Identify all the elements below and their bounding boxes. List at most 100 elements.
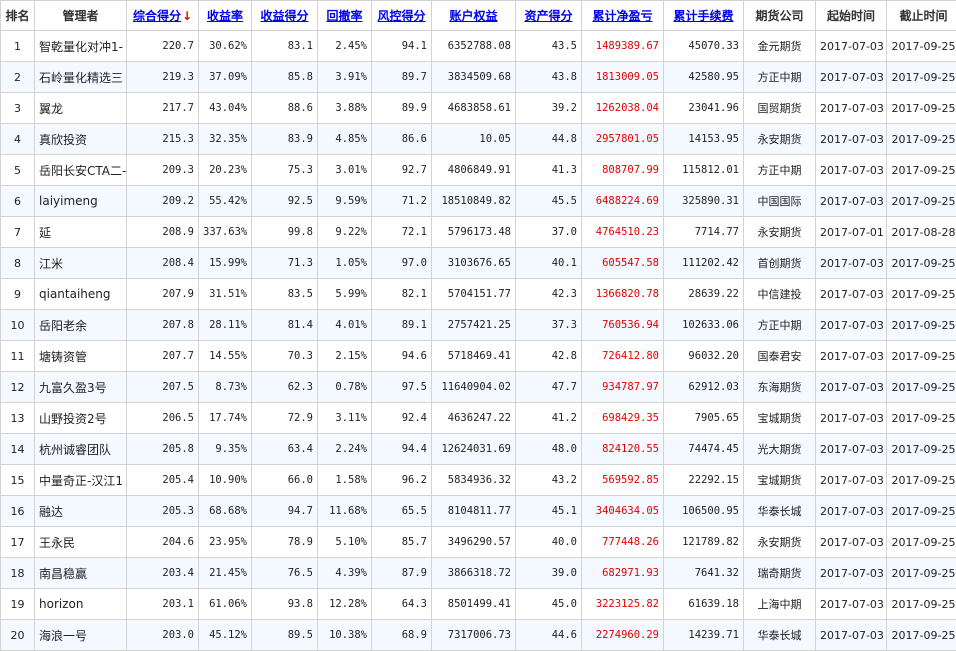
cell-start-time: 2017-07-03 (816, 403, 887, 434)
cell-manager: 九富久盈3号 (35, 372, 127, 403)
cell-start-time: 2017-07-03 (816, 341, 887, 372)
cell-manager: 海浪一号 (35, 620, 127, 651)
table-row: 11塘铸资管207.714.55%70.32.15%94.65718469.41… (1, 341, 956, 372)
cell-return-score: 99.8 (252, 217, 318, 248)
cell-rank: 16 (1, 496, 35, 527)
cell-composite-score: 207.7 (127, 341, 199, 372)
cell-end-time: 2017-09-25 (887, 589, 956, 620)
cell-asset-score: 45.1 (516, 496, 582, 527)
header-return-rate[interactable]: 收益率 (199, 1, 252, 31)
header-cumulative-net-pnl[interactable]: 累计净盈亏 (582, 1, 664, 31)
cell-return-rate: 17.74% (199, 403, 252, 434)
header-drawdown-rate[interactable]: 回撤率 (318, 1, 372, 31)
table-row: 16融达205.368.68%94.711.68%65.58104811.774… (1, 496, 956, 527)
header-label: 排名 (5, 9, 29, 23)
cell-asset-score: 41.3 (516, 155, 582, 186)
cell-cumulative-net-pnl: 726412.80 (582, 341, 664, 372)
cell-end-time: 2017-09-25 (887, 496, 956, 527)
cell-account-equity: 8501499.41 (432, 589, 516, 620)
cell-futures-company: 国泰君安 (744, 341, 816, 372)
cell-asset-score: 45.0 (516, 589, 582, 620)
cell-rank: 5 (1, 155, 35, 186)
cell-manager: 杭州诚睿团队 (35, 434, 127, 465)
cell-cumulative-fees: 106500.95 (664, 496, 744, 527)
cell-rank: 4 (1, 124, 35, 155)
table-row: 17王永民204.623.95%78.95.10%85.73496290.574… (1, 527, 956, 558)
cell-drawdown-rate: 2.45% (318, 31, 372, 62)
cell-risk-score: 92.7 (372, 155, 432, 186)
cell-account-equity: 6352788.08 (432, 31, 516, 62)
cell-drawdown-rate: 4.01% (318, 310, 372, 341)
cell-cumulative-fees: 115812.01 (664, 155, 744, 186)
header-account-equity[interactable]: 账户权益 (432, 1, 516, 31)
cell-return-rate: 20.23% (199, 155, 252, 186)
cell-risk-score: 64.3 (372, 589, 432, 620)
cell-asset-score: 40.1 (516, 248, 582, 279)
cell-risk-score: 89.7 (372, 62, 432, 93)
cell-end-time: 2017-09-25 (887, 558, 956, 589)
cell-cumulative-fees: 7714.77 (664, 217, 744, 248)
cell-return-score: 81.4 (252, 310, 318, 341)
cell-account-equity: 4636247.22 (432, 403, 516, 434)
cell-end-time: 2017-09-25 (887, 310, 956, 341)
cell-composite-score: 207.5 (127, 372, 199, 403)
table-row: 6laiyimeng209.255.42%92.59.59%71.2185108… (1, 186, 956, 217)
header-cumulative-fees[interactable]: 累计手续费 (664, 1, 744, 31)
cell-composite-score: 207.8 (127, 310, 199, 341)
cell-drawdown-rate: 12.28% (318, 589, 372, 620)
cell-start-time: 2017-07-03 (816, 31, 887, 62)
cell-return-rate: 28.11% (199, 310, 252, 341)
header-return-score[interactable]: 收益得分 (252, 1, 318, 31)
cell-asset-score: 43.8 (516, 62, 582, 93)
cell-start-time: 2017-07-03 (816, 155, 887, 186)
cell-composite-score: 209.3 (127, 155, 199, 186)
cell-start-time: 2017-07-03 (816, 248, 887, 279)
cell-account-equity: 3866318.72 (432, 558, 516, 589)
header-label: 收益率 (207, 9, 243, 23)
cell-return-score: 72.9 (252, 403, 318, 434)
cell-drawdown-rate: 3.11% (318, 403, 372, 434)
cell-composite-score: 203.1 (127, 589, 199, 620)
cell-cumulative-net-pnl: 2957801.05 (582, 124, 664, 155)
cell-start-time: 2017-07-03 (816, 372, 887, 403)
cell-asset-score: 44.6 (516, 620, 582, 651)
cell-return-score: 85.8 (252, 62, 318, 93)
cell-end-time: 2017-09-25 (887, 465, 956, 496)
cell-cumulative-fees: 111202.42 (664, 248, 744, 279)
cell-return-rate: 10.90% (199, 465, 252, 496)
header-asset-score[interactable]: 资产得分 (516, 1, 582, 31)
cell-return-rate: 43.04% (199, 93, 252, 124)
table-row: 9qiantaiheng207.931.51%83.55.99%82.15704… (1, 279, 956, 310)
cell-return-score: 93.8 (252, 589, 318, 620)
cell-return-score: 89.5 (252, 620, 318, 651)
table-row: 7延208.9337.63%99.89.22%72.15796173.4837.… (1, 217, 956, 248)
cell-composite-score: 203.0 (127, 620, 199, 651)
cell-return-score: 62.3 (252, 372, 318, 403)
header-risk-score[interactable]: 风控得分 (372, 1, 432, 31)
cell-start-time: 2017-07-03 (816, 527, 887, 558)
cell-composite-score: 209.2 (127, 186, 199, 217)
cell-rank: 12 (1, 372, 35, 403)
cell-manager: 石岭量化精选三 (35, 62, 127, 93)
cell-cumulative-fees: 7905.65 (664, 403, 744, 434)
cell-return-rate: 23.95% (199, 527, 252, 558)
cell-end-time: 2017-09-25 (887, 124, 956, 155)
cell-return-rate: 55.42% (199, 186, 252, 217)
cell-risk-score: 97.0 (372, 248, 432, 279)
cell-manager: 翼龙 (35, 93, 127, 124)
cell-futures-company: 宝城期货 (744, 465, 816, 496)
cell-futures-company: 光大期货 (744, 434, 816, 465)
cell-composite-score: 220.7 (127, 31, 199, 62)
header-label: 收益得分 (260, 9, 308, 23)
header-composite-score[interactable]: 综合得分↓ (127, 1, 199, 31)
cell-cumulative-fees: 62912.03 (664, 372, 744, 403)
cell-return-score: 70.3 (252, 341, 318, 372)
cell-start-time: 2017-07-03 (816, 465, 887, 496)
cell-risk-score: 86.6 (372, 124, 432, 155)
cell-return-rate: 14.55% (199, 341, 252, 372)
cell-rank: 11 (1, 341, 35, 372)
cell-risk-score: 85.7 (372, 527, 432, 558)
cell-end-time: 2017-09-25 (887, 372, 956, 403)
cell-asset-score: 43.5 (516, 31, 582, 62)
cell-return-score: 94.7 (252, 496, 318, 527)
